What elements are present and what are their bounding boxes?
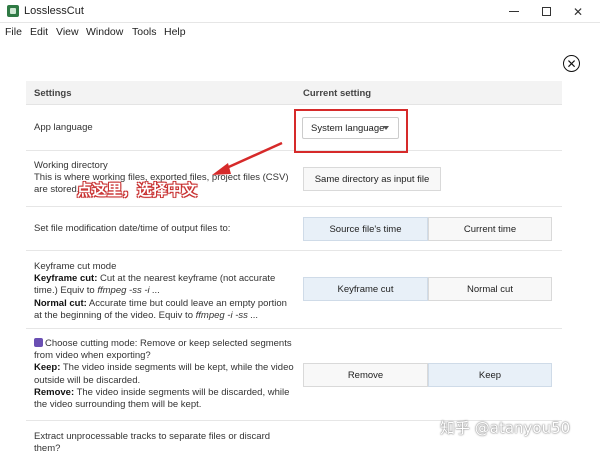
maximize-icon — [541, 7, 551, 16]
keyframe-cut-text1: Cut at the nearest keyframe (not accurat… — [97, 273, 276, 285]
header-current-setting: Current setting — [303, 88, 372, 99]
menu-help[interactable]: Help — [164, 26, 186, 38]
extract-tracks-line1: Extract unprocessable tracks to separate… — [34, 431, 271, 442]
keyframe-cut-label: Keyframe cut: — [34, 273, 98, 285]
row-cutting-mode: Choose cutting mode: Remove or keep sele… — [26, 329, 562, 421]
close-window-button[interactable]: ✕ — [562, 0, 594, 23]
normal-cut-button[interactable]: Normal cut — [428, 277, 552, 301]
remove-text1: The video inside segments will be discar… — [74, 386, 290, 398]
window-title: LosslessCut — [24, 5, 84, 17]
annotation-text: 点这里，选择中文 — [77, 181, 198, 199]
title-bar: LosslessCut ✕ — [0, 0, 600, 23]
highlight-box — [294, 109, 408, 153]
app-icon — [7, 5, 19, 17]
table-header: Settings Current setting — [26, 81, 562, 105]
menu-bar: File Edit View Window Tools Help — [0, 23, 600, 41]
minimize-icon — [509, 11, 519, 12]
keyframe-cut-button[interactable]: Keyframe cut — [303, 277, 428, 301]
normal-cut-label: Normal cut: — [34, 297, 87, 309]
keyframe-cut-text2: time.) Equiv to — [34, 285, 98, 297]
normal-cut-text2: at the beginning of the video. Equiv to — [34, 309, 196, 321]
header-settings: Settings — [34, 88, 72, 99]
settings-table: Settings Current setting App language Sy… — [26, 81, 562, 453]
keep-label: Keep: — [34, 362, 61, 374]
menu-edit[interactable]: Edit — [30, 26, 48, 38]
keyframe-cut-code: ffmpeg -ss -i ... — [97, 285, 161, 297]
maximize-button[interactable] — [530, 0, 562, 23]
remove-text2: the video surrounding them will be kept. — [34, 399, 202, 411]
working-directory-title: Working directory — [34, 160, 108, 171]
menu-tools[interactable]: Tools — [132, 26, 157, 38]
keep-button[interactable]: Keep — [428, 363, 552, 387]
row-file-mod-date: Set file modification date/time of outpu… — [26, 207, 562, 251]
keyframe-cut-title: Keyframe cut mode — [34, 261, 117, 272]
close-circle-icon[interactable]: ✕ — [563, 55, 580, 72]
normal-cut-code: ffmpeg -i -ss ... — [195, 309, 259, 321]
app-language-label: App language — [34, 122, 93, 133]
source-time-button[interactable]: Source file's time — [303, 217, 428, 241]
menu-file[interactable]: File — [5, 26, 22, 38]
settings-panel: ✕ Settings Current setting App language … — [0, 41, 600, 453]
menu-view[interactable]: View — [56, 26, 79, 38]
menu-window[interactable]: Window — [86, 26, 123, 38]
row-keyframe-cut: Keyframe cut mode Keyframe cut: Cut at t… — [26, 251, 562, 329]
keep-text2: outside will be discarded. — [34, 374, 141, 386]
working-directory-button[interactable]: Same directory as input file — [303, 167, 441, 191]
cutting-mode-title1: Choose cutting mode: Remove or keep sele… — [45, 338, 292, 349]
extract-tracks-desc: Extract unprocessable tracks to separate… — [34, 431, 294, 453]
row-app-language: App language System language — [26, 105, 562, 153]
file-mod-date-label: Set file modification date/time of outpu… — [34, 223, 231, 234]
remove-button[interactable]: Remove — [303, 363, 428, 387]
cutting-mode-desc: Choose cutting mode: Remove or keep sele… — [34, 338, 294, 411]
current-time-button[interactable]: Current time — [428, 217, 552, 241]
cutting-mode-icon — [34, 338, 43, 347]
extract-tracks-line2: them? — [34, 443, 61, 453]
normal-cut-text1: Accurate time but could leave an empty p… — [86, 297, 287, 309]
keyframe-cut-desc: Keyframe cut mode Keyframe cut: Cut at t… — [34, 261, 294, 322]
minimize-button[interactable] — [498, 0, 530, 23]
watermark: 知乎 @atanyou50 — [440, 419, 571, 437]
remove-label: Remove: — [34, 386, 75, 398]
cutting-mode-title2: from video when exporting? — [34, 350, 151, 362]
close-icon: ✕ — [572, 4, 584, 19]
keep-text1: The video inside segments will be kept, … — [60, 362, 294, 374]
